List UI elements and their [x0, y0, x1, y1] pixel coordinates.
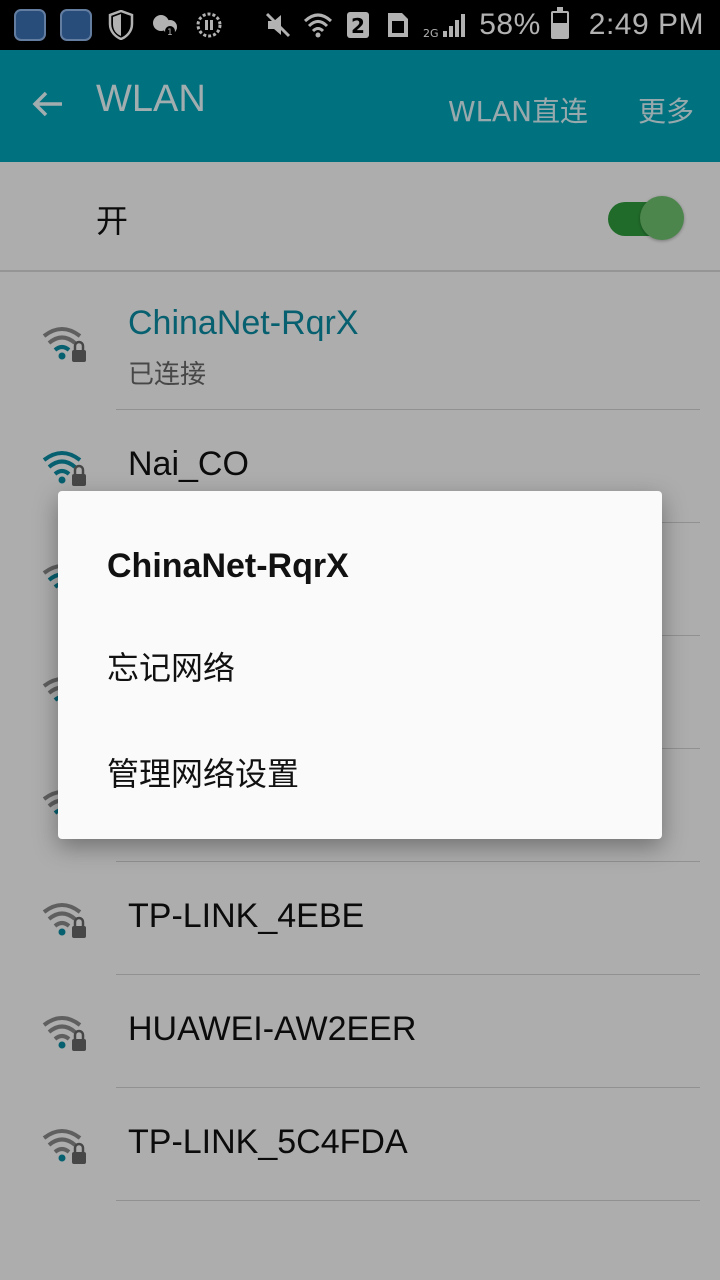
network-options-dialog: ChinaNet-RqrX 忘记网络 管理网络设置: [58, 491, 662, 839]
forget-network-option[interactable]: 忘记网络: [107, 643, 235, 689]
manage-network-settings-option[interactable]: 管理网络设置: [107, 749, 299, 795]
dialog-title: ChinaNet-RqrX: [107, 547, 349, 585]
